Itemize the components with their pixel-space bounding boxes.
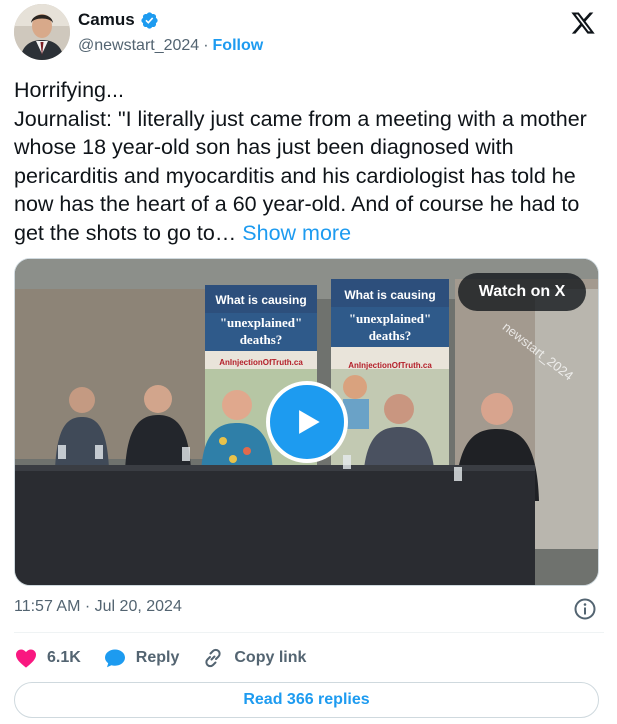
reply-bubble-icon [104, 649, 125, 668]
tweet-line-1: Horrifying... [14, 78, 124, 102]
show-more-link[interactable]: Show more [242, 221, 351, 245]
banner-right-line3: deaths? [369, 328, 412, 343]
info-icon[interactable] [573, 597, 597, 621]
like-button[interactable]: 6.1K [14, 646, 81, 670]
reply-button[interactable]: Reply [103, 646, 180, 670]
divider [14, 632, 604, 633]
tweet-timestamp[interactable]: 11:57 AM · Jul 20, 2024 [14, 598, 182, 616]
meta-separator: · [84, 598, 91, 615]
reply-label: Reply [135, 649, 180, 666]
handle-separator: · [203, 37, 209, 54]
copy-link-button[interactable]: Copy link [201, 646, 306, 670]
play-button[interactable] [266, 381, 348, 463]
read-replies-button[interactable]: Read 366 replies [14, 682, 599, 718]
tweet-body: Journalist: "I literally just came from … [14, 105, 606, 248]
avatar-portrait [14, 4, 70, 60]
banner-right-url: AnInjectionOfTruth.ca [348, 361, 432, 370]
x-logo-icon[interactable] [570, 10, 596, 36]
tweet-date: Jul 20, 2024 [94, 598, 182, 615]
tweet-text: Horrifying... Journalist: "I literally j… [14, 76, 606, 247]
banner-left-line2: "unexplained" [220, 315, 302, 330]
handle-row: @newstart_2024 · Follow [78, 37, 263, 55]
video-thumbnail[interactable]: What is causing "unexplained" deaths? An… [14, 258, 599, 586]
banner-left-line3: deaths? [240, 332, 283, 347]
follow-button[interactable]: Follow [213, 37, 264, 55]
action-bar: 6.1K Reply Copy link [14, 644, 328, 672]
verified-badge-icon [140, 11, 159, 30]
tweet-time: 11:57 AM [14, 598, 81, 615]
banner-left-line1: What is causing [215, 293, 306, 307]
play-icon [299, 410, 320, 434]
like-count: 6.1K [47, 649, 81, 666]
watch-on-x-button[interactable]: Watch on X [458, 273, 586, 311]
author-handle[interactable]: @newstart_2024 [78, 37, 199, 55]
heart-icon [16, 649, 36, 668]
author-name[interactable]: Camus [78, 10, 135, 30]
copy-link-label: Copy link [234, 649, 307, 666]
banner-left-url: AnInjectionOfTruth.ca [219, 358, 303, 367]
avatar[interactable] [14, 4, 70, 60]
banner-right-line2: "unexplained" [349, 311, 431, 326]
banner-right-line1: What is causing [344, 288, 435, 302]
tweet-header: Camus @newstart_2024 · Follow [14, 4, 604, 64]
link-icon [205, 648, 221, 668]
name-row: Camus [78, 10, 159, 30]
